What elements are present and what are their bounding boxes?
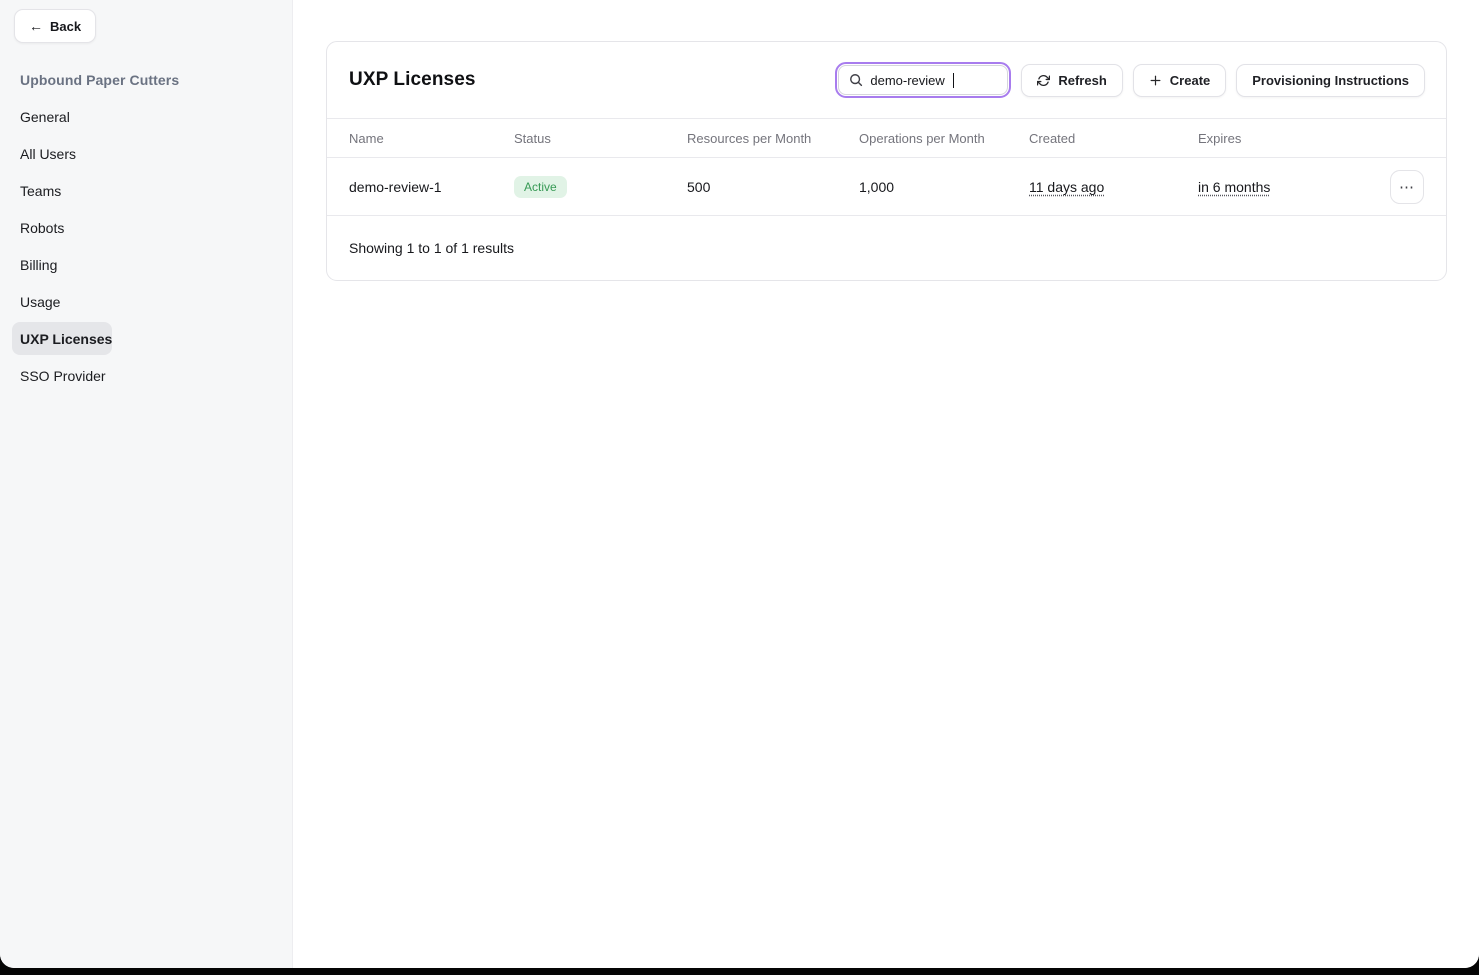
refresh-icon	[1037, 74, 1050, 87]
status-badge: Active	[514, 176, 567, 198]
create-button-label: Create	[1170, 73, 1210, 88]
search-input[interactable]: demo-review	[835, 62, 1011, 98]
create-button[interactable]: Create	[1133, 64, 1226, 97]
org-name: Upbound Paper Cutters	[0, 72, 179, 88]
ellipsis-icon: ⋯	[1399, 178, 1415, 196]
column-header-expires: Expires	[1198, 131, 1373, 146]
arrow-left-icon: ←	[29, 19, 43, 33]
sidebar-item-robots[interactable]: Robots	[12, 211, 64, 244]
card-header: UXP Licenses demo-review	[327, 42, 1446, 118]
search-icon	[849, 73, 863, 87]
screen: ← Back Upbound Paper Cutters General All…	[0, 0, 1479, 975]
provisioning-instructions-label: Provisioning Instructions	[1252, 73, 1409, 88]
column-header-created: Created	[1029, 131, 1198, 146]
back-button[interactable]: ← Back	[14, 9, 96, 43]
table-header-row: Name Status Resources per Month Operatio…	[327, 118, 1446, 158]
text-caret	[953, 73, 954, 88]
provisioning-instructions-button[interactable]: Provisioning Instructions	[1236, 64, 1425, 97]
table-row: demo-review-1 Active 500 1,000 11 days a…	[327, 158, 1446, 216]
sidebar-item-teams[interactable]: Teams	[12, 174, 61, 207]
table-footer: Showing 1 to 1 of 1 results	[327, 216, 1446, 280]
sidebar-item-general[interactable]: General	[12, 100, 70, 133]
refresh-button[interactable]: Refresh	[1021, 64, 1122, 97]
back-button-label: Back	[50, 19, 81, 34]
license-operations: 1,000	[859, 179, 1029, 195]
row-actions-cell: ⋯	[1373, 170, 1424, 204]
licenses-card: UXP Licenses demo-review	[326, 41, 1447, 281]
license-expires[interactable]: in 6 months	[1198, 179, 1373, 195]
sidebar-nav: Upbound Paper Cutters General All Users …	[0, 61, 292, 394]
results-count: Showing 1 to 1 of 1 results	[349, 240, 514, 256]
sidebar-item-sso-provider[interactable]: SSO Provider	[12, 359, 106, 392]
page-title: UXP Licenses	[349, 69, 476, 91]
license-created[interactable]: 11 days ago	[1029, 179, 1198, 195]
sidebar-item-billing[interactable]: Billing	[12, 248, 57, 281]
row-actions-button[interactable]: ⋯	[1390, 170, 1424, 204]
license-name: demo-review-1	[349, 179, 514, 195]
sidebar-item-all-users[interactable]: All Users	[12, 137, 76, 170]
refresh-button-label: Refresh	[1058, 73, 1106, 88]
column-header-resources: Resources per Month	[687, 131, 859, 146]
toolbar: demo-review Refresh	[835, 62, 1425, 98]
search-input-value: demo-review	[870, 73, 944, 88]
column-header-status: Status	[514, 131, 687, 146]
column-header-operations: Operations per Month	[859, 131, 1029, 146]
sidebar-item-usage[interactable]: Usage	[12, 285, 60, 318]
license-status-cell: Active	[514, 176, 687, 198]
sidebar: ← Back Upbound Paper Cutters General All…	[0, 0, 293, 968]
main-content: UXP Licenses demo-review	[293, 0, 1479, 968]
license-resources: 500	[687, 179, 859, 195]
app-window: ← Back Upbound Paper Cutters General All…	[0, 0, 1479, 968]
sidebar-item-uxp-licenses[interactable]: UXP Licenses	[12, 322, 112, 355]
column-header-name: Name	[349, 131, 514, 146]
plus-icon	[1149, 74, 1162, 87]
